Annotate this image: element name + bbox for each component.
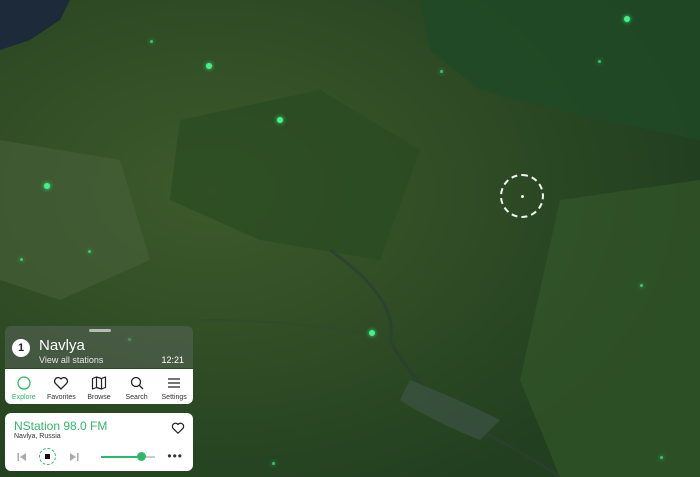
volume-knob[interactable] — [137, 452, 146, 461]
drag-handle[interactable] — [89, 329, 111, 332]
station-dot[interactable] — [440, 70, 443, 73]
satellite-map[interactable] — [0, 0, 700, 477]
bottom-nav: Explore Favorites Browse Search Settings — [5, 369, 193, 404]
station-dot[interactable] — [640, 284, 643, 287]
tab-favorites-label: Favorites — [46, 394, 76, 401]
station-dot[interactable] — [660, 456, 663, 459]
tab-explore[interactable]: Explore — [5, 369, 43, 404]
favorite-heart-icon[interactable] — [171, 421, 185, 435]
search-icon — [130, 376, 144, 390]
heart-icon — [54, 376, 69, 390]
previous-icon[interactable] — [16, 451, 28, 463]
location-index-badge: 1 — [12, 339, 30, 357]
tab-explore-label: Explore — [11, 394, 36, 401]
volume-slider[interactable] — [101, 452, 155, 461]
station-dot[interactable] — [44, 183, 50, 189]
station-name[interactable]: NStation 98.0 FM — [14, 419, 107, 433]
station-dot[interactable] — [150, 40, 153, 43]
location-name: Navlya — [39, 337, 85, 354]
station-dot[interactable] — [369, 330, 375, 336]
local-time: 12:21 — [161, 355, 184, 365]
more-options-button[interactable]: ••• — [167, 449, 183, 463]
menu-icon — [168, 378, 181, 388]
station-dot[interactable] — [88, 250, 91, 253]
tab-search[interactable]: Search — [118, 369, 156, 404]
next-icon[interactable] — [68, 451, 80, 463]
station-dot[interactable] — [598, 60, 601, 63]
tab-favorites[interactable]: Favorites — [43, 369, 81, 404]
tab-settings[interactable]: Settings — [155, 369, 193, 404]
map-terrain — [0, 0, 700, 477]
station-dot[interactable] — [206, 63, 212, 69]
tab-search-label: Search — [125, 394, 148, 401]
tab-browse-label: Browse — [87, 394, 111, 401]
tab-settings-label: Settings — [161, 394, 187, 401]
station-dot[interactable] — [20, 258, 23, 261]
map-icon — [91, 376, 107, 390]
location-crosshair — [500, 174, 544, 218]
stop-button[interactable] — [39, 448, 56, 465]
now-playing-panel: NStation 98.0 FM Navlya, Russia ••• — [5, 413, 193, 471]
location-card[interactable]: 1 Navlya View all stations 12:21 — [5, 326, 193, 368]
view-all-stations-link[interactable]: View all stations — [39, 355, 103, 365]
station-dot[interactable] — [272, 462, 275, 465]
station-dot[interactable] — [624, 16, 630, 22]
volume-level — [101, 456, 142, 458]
stop-icon — [44, 453, 50, 459]
explore-icon — [17, 376, 31, 390]
station-location: Navlya, Russia — [14, 433, 61, 440]
tab-browse[interactable]: Browse — [80, 369, 118, 404]
station-dot[interactable] — [277, 117, 283, 123]
